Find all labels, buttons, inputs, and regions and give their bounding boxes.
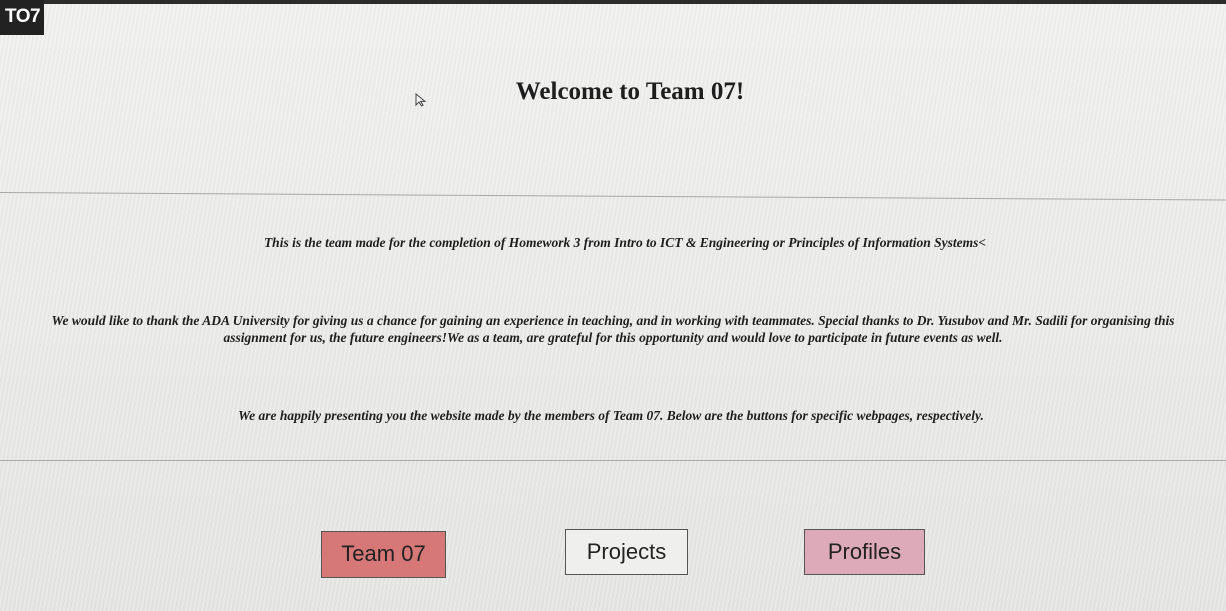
top-bezel	[0, 0, 1226, 4]
team-07-button[interactable]: Team 07	[321, 531, 446, 578]
thanks-paragraph: We would like to thank the ADA Universit…	[51, 313, 1175, 345]
profiles-button[interactable]: Profiles	[804, 529, 925, 575]
presentation-paragraph: We are happily presenting you the websit…	[238, 408, 984, 423]
projects-button[interactable]: Projects	[565, 529, 688, 575]
intro-paragraph: This is the team made for the completion…	[263, 235, 987, 250]
site-logo[interactable]: TO7	[0, 0, 44, 35]
page-title: Welcome to Team 07!	[515, 78, 745, 105]
divider-bottom	[0, 460, 1226, 461]
